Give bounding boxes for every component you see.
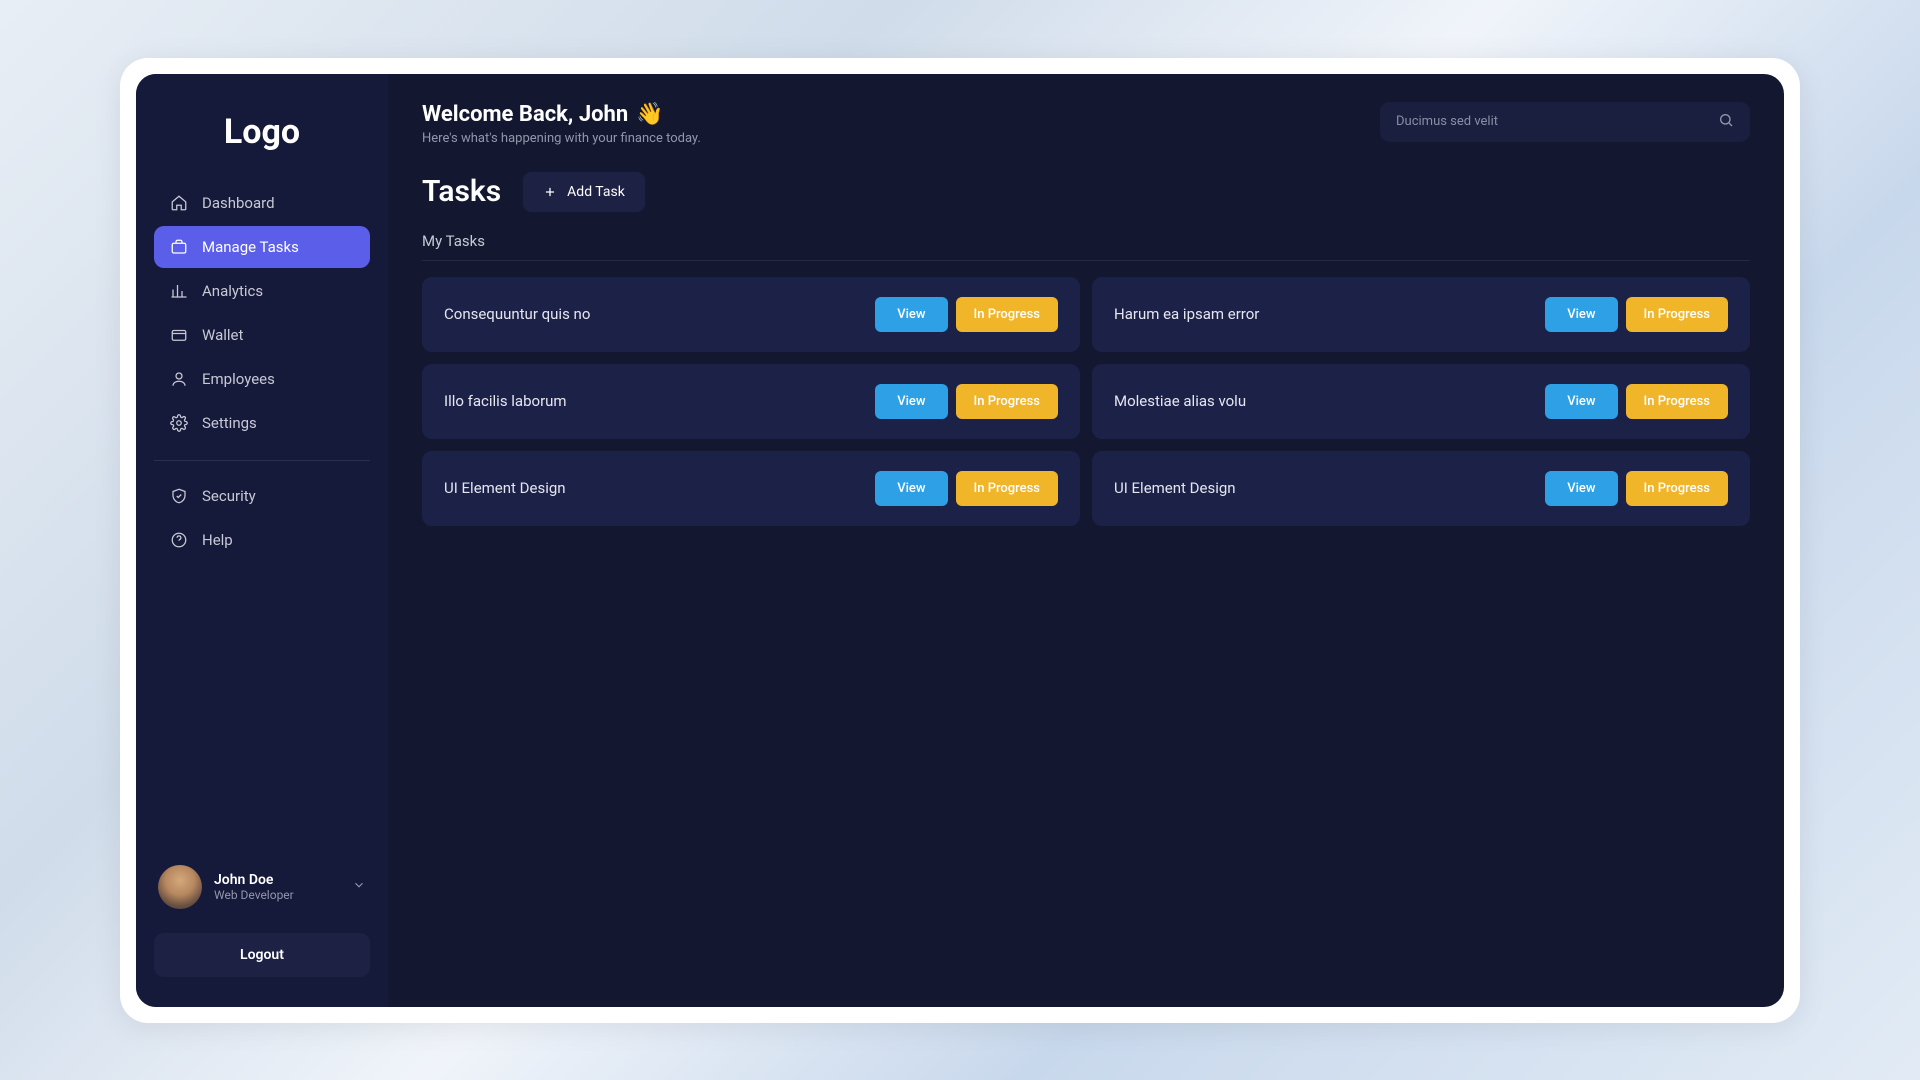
user-menu[interactable]: John Doe Web Developer — [154, 855, 370, 919]
sidebar-item-label: Employees — [202, 370, 275, 388]
sidebar-item-label: Wallet — [202, 326, 243, 344]
sidebar-item-manage-tasks[interactable]: Manage Tasks — [154, 226, 370, 268]
avatar — [158, 865, 202, 909]
nav-secondary: Security Help — [136, 475, 388, 563]
view-button[interactable]: View — [1545, 471, 1617, 506]
sidebar-item-label: Security — [202, 487, 256, 505]
shield-icon — [170, 487, 188, 505]
search-input[interactable] — [1396, 114, 1718, 129]
status-button[interactable]: In Progress — [956, 471, 1058, 506]
task-title: Illo facilis laborum — [444, 392, 567, 410]
task-actions: View In Progress — [1545, 471, 1728, 506]
status-button[interactable]: In Progress — [1626, 384, 1728, 419]
nav-primary: Dashboard Manage Tasks Analytics — [136, 182, 388, 446]
sidebar-item-label: Help — [202, 531, 233, 549]
search-box[interactable] — [1380, 102, 1750, 142]
page-title: Tasks — [422, 174, 501, 209]
page-header: Tasks Add Task — [422, 172, 1750, 212]
app: Logo Dashboard Manage Tasks — [136, 74, 1784, 1007]
sidebar-item-label: Settings — [202, 414, 257, 432]
search-icon — [1718, 112, 1734, 132]
home-icon — [170, 194, 188, 212]
view-button[interactable]: View — [875, 384, 947, 419]
view-button[interactable]: View — [1545, 384, 1617, 419]
chart-icon — [170, 282, 188, 300]
task-card: UI Element Design View In Progress — [422, 451, 1080, 526]
sidebar-item-wallet[interactable]: Wallet — [154, 314, 370, 356]
wave-emoji-icon: 👋 — [636, 102, 663, 127]
user-icon — [170, 370, 188, 388]
sidebar-item-analytics[interactable]: Analytics — [154, 270, 370, 312]
view-button[interactable]: View — [875, 471, 947, 506]
user-info: John Doe Web Developer — [214, 872, 340, 902]
task-card: UI Element Design View In Progress — [1092, 451, 1750, 526]
logout-button[interactable]: Logout — [154, 933, 370, 977]
task-actions: View In Progress — [875, 384, 1058, 419]
welcome: Welcome Back, John 👋 Here's what's happe… — [422, 102, 701, 146]
add-task-button[interactable]: Add Task — [523, 172, 645, 212]
add-task-label: Add Task — [567, 184, 625, 200]
welcome-title: Welcome Back, John 👋 — [422, 102, 701, 127]
view-button[interactable]: View — [875, 297, 947, 332]
welcome-title-text: Welcome Back, John — [422, 102, 628, 127]
topbar: Welcome Back, John 👋 Here's what's happe… — [422, 102, 1750, 146]
sidebar-item-label: Dashboard — [202, 194, 275, 212]
task-title: UI Element Design — [1114, 479, 1236, 497]
wallet-icon — [170, 326, 188, 344]
main: Welcome Back, John 👋 Here's what's happe… — [388, 74, 1784, 1007]
sidebar-item-security[interactable]: Security — [154, 475, 370, 517]
user-name: John Doe — [214, 872, 340, 888]
task-title: UI Element Design — [444, 479, 566, 497]
plus-icon — [543, 185, 557, 199]
divider — [154, 460, 370, 461]
app-frame: Logo Dashboard Manage Tasks — [120, 58, 1800, 1023]
task-card: Molestiae alias volu View In Progress — [1092, 364, 1750, 439]
tasks-grid: Consequuntur quis no View In Progress Ha… — [422, 277, 1750, 526]
task-actions: View In Progress — [875, 471, 1058, 506]
briefcase-icon — [170, 238, 188, 256]
sidebar-item-settings[interactable]: Settings — [154, 402, 370, 444]
sidebar-item-label: Manage Tasks — [202, 238, 299, 256]
status-button[interactable]: In Progress — [1626, 297, 1728, 332]
task-card: Illo facilis laborum View In Progress — [422, 364, 1080, 439]
logo: Logo — [136, 94, 388, 182]
sidebar-footer: John Doe Web Developer Logout — [136, 855, 388, 987]
tasks-subhead: My Tasks — [422, 232, 1750, 261]
sidebar: Logo Dashboard Manage Tasks — [136, 74, 388, 1007]
sidebar-item-help[interactable]: Help — [154, 519, 370, 561]
sidebar-item-employees[interactable]: Employees — [154, 358, 370, 400]
welcome-subtitle: Here's what's happening with your financ… — [422, 131, 701, 146]
task-actions: View In Progress — [875, 297, 1058, 332]
task-actions: View In Progress — [1545, 297, 1728, 332]
view-button[interactable]: View — [1545, 297, 1617, 332]
task-title: Molestiae alias volu — [1114, 392, 1246, 410]
task-card: Consequuntur quis no View In Progress — [422, 277, 1080, 352]
gear-icon — [170, 414, 188, 432]
help-icon — [170, 531, 188, 549]
user-role: Web Developer — [214, 888, 340, 902]
task-title: Consequuntur quis no — [444, 305, 590, 323]
chevron-down-icon — [352, 877, 366, 896]
task-actions: View In Progress — [1545, 384, 1728, 419]
sidebar-item-dashboard[interactable]: Dashboard — [154, 182, 370, 224]
status-button[interactable]: In Progress — [1626, 471, 1728, 506]
task-title: Harum ea ipsam error — [1114, 305, 1259, 323]
status-button[interactable]: In Progress — [956, 297, 1058, 332]
status-button[interactable]: In Progress — [956, 384, 1058, 419]
sidebar-item-label: Analytics — [202, 282, 263, 300]
task-card: Harum ea ipsam error View In Progress — [1092, 277, 1750, 352]
